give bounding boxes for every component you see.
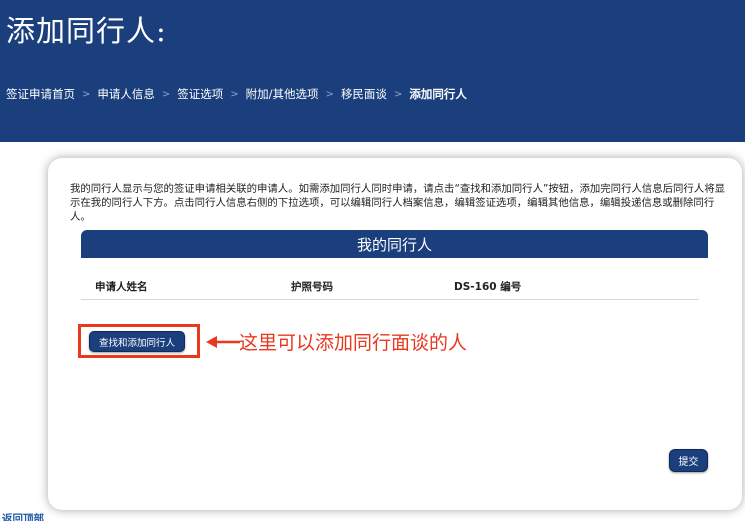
breadcrumb-item-additional-options[interactable]: 附加/其他选项: [246, 86, 319, 102]
page-header: 添加同行人: 签证申请首页 > 申请人信息 > 签证选项 > 附加/其他选项 >…: [0, 0, 745, 142]
breadcrumb-separator-icon: >: [325, 88, 334, 100]
find-and-add-companion-button[interactable]: 查找和添加同行人: [89, 331, 185, 352]
submit-button[interactable]: 提交: [669, 449, 708, 472]
annotation-text: 这里可以添加同行面谈的人: [239, 332, 468, 354]
section-title: 我的同行人: [81, 230, 708, 258]
annotation-arrow-icon: [206, 336, 240, 348]
breadcrumb-separator-icon: >: [161, 88, 171, 100]
column-header-passport-number: 护照号码: [291, 281, 333, 293]
table-divider: [81, 299, 699, 300]
intro-text: 我的同行人显示与您的签证申请相关联的申请人。如需添加同行人同时申请，请点击“查找…: [70, 183, 725, 223]
companions-card: 我的同行人显示与您的签证申请相关联的申请人。如需添加同行人同时申请，请点击“查找…: [48, 158, 742, 510]
breadcrumb-separator-icon: >: [82, 88, 91, 100]
breadcrumb-separator-icon: >: [393, 88, 403, 100]
column-header-applicant-name: 申请人姓名: [95, 281, 148, 293]
breadcrumb-item-home[interactable]: 签证申请首页: [6, 86, 75, 102]
page-title: 添加同行人:: [6, 14, 167, 48]
breadcrumb-item-visa-options[interactable]: 签证选项: [177, 86, 223, 102]
breadcrumb-item-interview[interactable]: 移民面谈: [341, 86, 387, 102]
breadcrumb: 签证申请首页 > 申请人信息 > 签证选项 > 附加/其他选项 > 移民面谈 >…: [6, 86, 467, 102]
breadcrumb-item-applicant-info[interactable]: 申请人信息: [97, 86, 155, 102]
breadcrumb-item-add-companion: 添加同行人: [409, 87, 467, 101]
breadcrumb-separator-icon: >: [230, 88, 239, 100]
column-header-ds160-number: DS-160 编号: [454, 281, 522, 293]
back-to-top-link[interactable]: 返回顶部: [2, 512, 44, 521]
